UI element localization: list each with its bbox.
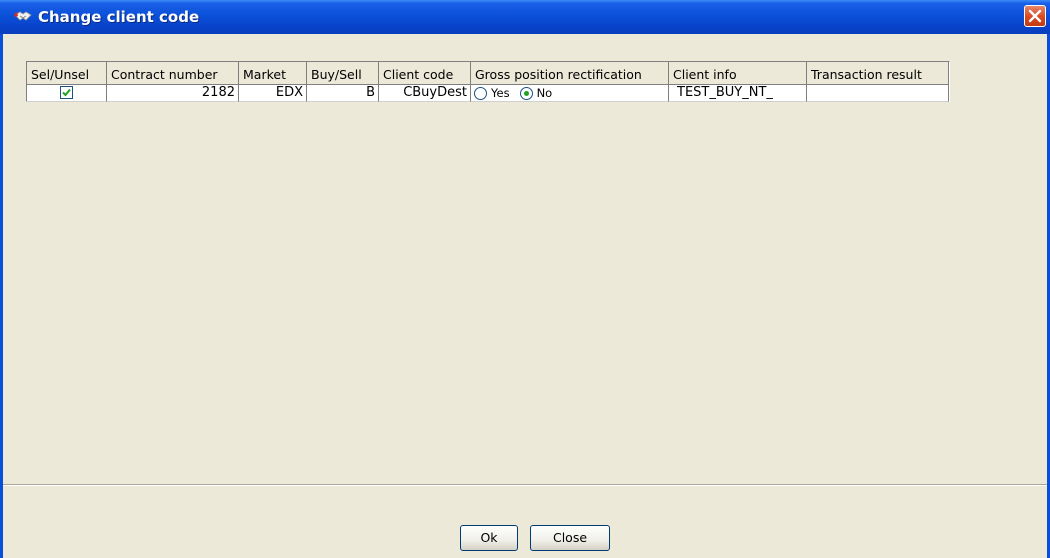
client-info-cell[interactable]: TEST_BUY_NT_ <box>669 85 807 102</box>
window-close-button[interactable] <box>1024 5 1046 27</box>
checkmark-icon <box>62 88 71 97</box>
market-cell: EDX <box>239 85 307 102</box>
row-select-checkbox[interactable] <box>60 86 73 99</box>
gross-position-cell: Yes No <box>471 85 669 102</box>
divider <box>3 484 1047 486</box>
handshake-icon <box>14 9 32 25</box>
table-header: Sel/Unsel Contract number Market Buy/Sel… <box>27 62 949 85</box>
contract-number-cell: 2182 <box>107 85 239 102</box>
column-header-client-code[interactable]: Client code <box>379 62 471 85</box>
column-header-sel-unsel[interactable]: Sel/Unsel <box>27 62 107 85</box>
contracts-table: Sel/Unsel Contract number Market Buy/Sel… <box>26 61 950 102</box>
table-row[interactable]: 2182 EDX B CBuyDest Yes No TEST_BUY_NT_ <box>27 85 949 102</box>
dialog-content: Sel/Unsel Contract number Market Buy/Sel… <box>3 34 1047 558</box>
gross-yes-radio[interactable] <box>474 86 487 100</box>
column-header-client-info[interactable]: Client info <box>669 62 807 85</box>
column-header-contract-number[interactable]: Contract number <box>107 62 239 85</box>
gross-position-radio-group: Yes No <box>474 85 665 101</box>
close-x-icon <box>1028 9 1042 23</box>
gross-no-label: No <box>536 86 553 100</box>
column-header-gross-position[interactable]: Gross position rectification <box>471 62 669 85</box>
window-title: Change client code <box>38 8 200 26</box>
sel-unsel-cell <box>27 85 107 102</box>
column-header-market[interactable]: Market <box>239 62 307 85</box>
dialog-window: Change client code Sel/Unsel Contract nu… <box>0 0 1050 558</box>
column-header-transaction-result[interactable]: Transaction result <box>807 62 949 85</box>
gross-no-radio[interactable] <box>519 86 533 100</box>
client-code-cell[interactable]: CBuyDest <box>379 85 471 102</box>
title-bar[interactable]: Change client code <box>0 0 1050 34</box>
transaction-result-cell <box>807 85 949 102</box>
ok-button[interactable]: Ok <box>460 525 518 551</box>
buy-sell-cell: B <box>307 85 379 102</box>
close-button[interactable]: Close <box>530 525 610 551</box>
column-header-buy-sell[interactable]: Buy/Sell <box>307 62 379 85</box>
gross-yes-label: Yes <box>491 86 510 100</box>
